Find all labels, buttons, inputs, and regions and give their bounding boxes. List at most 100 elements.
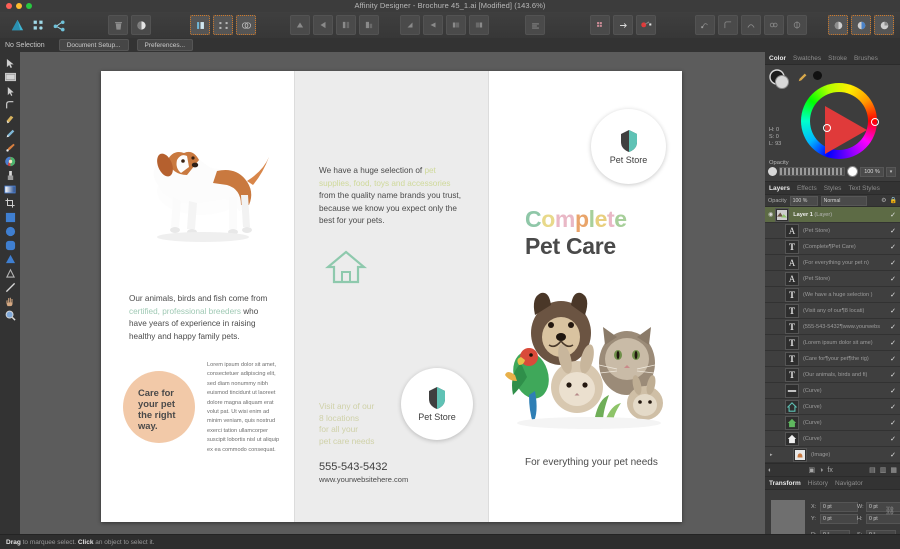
separate-icon[interactable]: [787, 15, 807, 35]
mask-icon[interactable]: ▣: [809, 466, 816, 474]
artboard-tool-icon[interactable]: [0, 70, 20, 84]
adjustment-icon[interactable]: ◑: [819, 467, 823, 474]
layer-row[interactable]: ▸ (Image) ✓: [765, 447, 900, 463]
trash-icon[interactable]: [108, 15, 128, 35]
layer-checkbox[interactable]: ✓: [890, 419, 896, 427]
hand-tool-icon[interactable]: [0, 294, 20, 308]
share-icon[interactable]: [50, 16, 68, 34]
document-setup-button[interactable]: Document Setup...: [58, 39, 129, 51]
color-wheel-icon[interactable]: [0, 154, 20, 168]
layer-row[interactable]: T (Visit any of our¶8 locati) ✓: [765, 303, 900, 319]
color-panel-tabs[interactable]: Color Swatches Stroke Brushes: [765, 52, 900, 65]
layer-row[interactable]: (Curve) ✓: [765, 431, 900, 447]
tab-history[interactable]: History: [808, 480, 828, 487]
hue-marker[interactable]: [871, 118, 879, 126]
rounded-rectangle-tool-icon[interactable]: [0, 238, 20, 252]
transform-h-field[interactable]: H: 0 pt: [857, 514, 900, 524]
join-icon[interactable]: [764, 15, 784, 35]
rectangle-tool-icon[interactable]: [0, 210, 20, 224]
transform-x-value[interactable]: 0 pt: [820, 502, 858, 512]
pet-store-badge-upper[interactable]: Pet Store: [591, 109, 666, 184]
layer-list[interactable]: ◉ Layer 1 (Layer) ✓ A (Pet Store) ✓ T (Complete…: [765, 207, 900, 463]
layer-checkbox[interactable]: ✓: [890, 211, 896, 219]
lock-icon[interactable]: 🔒: [890, 197, 897, 204]
duplicate-icon[interactable]: ▥: [880, 466, 887, 474]
pixel-persona-icon[interactable]: [851, 15, 871, 35]
preferences-button[interactable]: Preferences...: [136, 39, 194, 51]
layer-checkbox[interactable]: ✓: [890, 339, 896, 347]
layer-row[interactable]: A (For everything your pet n) ✓: [765, 255, 900, 271]
export-persona-icon[interactable]: [874, 15, 894, 35]
move-tool-icon[interactable]: [0, 56, 20, 70]
gear-icon[interactable]: ⚙: [881, 197, 886, 204]
layer-checkbox[interactable]: ✓: [890, 435, 896, 443]
layer-row[interactable]: (Curve) ✓: [765, 383, 900, 399]
node-tool-icon[interactable]: [0, 84, 20, 98]
color-panel[interactable]: H: 0 S: 0 L: 93 Opacity 100 % ▾: [765, 65, 900, 182]
tab-stroke[interactable]: Stroke: [828, 55, 847, 62]
opacity-value[interactable]: 100 %: [860, 166, 884, 177]
transform-h-value[interactable]: 0 pt: [866, 514, 900, 524]
color-wheel-control[interactable]: [801, 83, 879, 159]
affinity-logo-icon[interactable]: [8, 16, 26, 34]
pets-group-photo[interactable]: [499, 271, 679, 431]
layers-panel[interactable]: Opacity 100 % Normal ⚙ 🔒 ◉ Layer 1 (Layer…: [765, 195, 900, 477]
fill-tool-icon[interactable]: [0, 168, 20, 182]
tab-navigator[interactable]: Navigator: [835, 480, 863, 487]
arrange-up-icon[interactable]: [400, 15, 420, 35]
layer-row[interactable]: T (Lorem ipsum dolor sit ame) ✓: [765, 335, 900, 351]
add-icon[interactable]: [290, 15, 310, 35]
divide-icon[interactable]: [359, 15, 379, 35]
blend-mode-select[interactable]: Normal: [820, 195, 867, 206]
transform-y-value[interactable]: 0 pt: [820, 514, 858, 524]
crop-tool-icon[interactable]: [0, 196, 20, 210]
transform-y-field[interactable]: Y: 0 pt: [811, 514, 858, 524]
layer-options-row[interactable]: Opacity 100 % Normal ⚙ 🔒: [765, 195, 900, 207]
tab-layers[interactable]: Layers: [769, 185, 790, 192]
node-tool-icon[interactable]: [695, 15, 715, 35]
eyedropper-icon[interactable]: [797, 70, 809, 88]
layer-row[interactable]: A (Pet Store) ✓: [765, 271, 900, 287]
effects-icon[interactable]: fx: [827, 467, 832, 474]
vector-brush-tool-icon[interactable]: [0, 140, 20, 154]
layer-checkbox[interactable]: ✓: [890, 355, 896, 363]
opacity-slider[interactable]: [779, 167, 845, 176]
layer-checkbox[interactable]: ✓: [890, 387, 896, 395]
layer-row[interactable]: ◉ Layer 1 (Layer) ✓: [765, 207, 900, 223]
mask-icon[interactable]: [131, 15, 151, 35]
layer-row[interactable]: (Curve) ✓: [765, 415, 900, 431]
ellipse-tool-icon[interactable]: [0, 224, 20, 238]
distribute-icon[interactable]: [213, 15, 233, 35]
subtract-icon[interactable]: [313, 15, 333, 35]
layers-footer-bar[interactable]: ◐ ▣ ◑ fx ▤ ▥ ▦: [765, 463, 900, 477]
delete-icon[interactable]: ▦: [890, 466, 897, 474]
align-panel-icon[interactable]: [190, 15, 210, 35]
layer-row[interactable]: T (555-543-5432¶www.yourwebs ✓: [765, 319, 900, 335]
zoom-tool-icon[interactable]: [0, 308, 20, 322]
corner-icon[interactable]: [718, 15, 738, 35]
layer-checkbox[interactable]: ✓: [890, 243, 896, 251]
document-canvas[interactable]: Our animals, birds and fish come from ce…: [20, 52, 765, 535]
draw-persona-icon[interactable]: [828, 15, 848, 35]
layer-row[interactable]: T (Complete¶Pet Care) ✓: [765, 239, 900, 255]
layer-opacity-input[interactable]: 100 %: [789, 195, 818, 206]
tab-styles[interactable]: Styles: [824, 185, 842, 192]
assistant-icon[interactable]: [29, 16, 47, 34]
layer-checkbox[interactable]: ✓: [890, 323, 896, 331]
blend-options-icon[interactable]: ◐: [768, 467, 772, 474]
layer-checkbox[interactable]: ✓: [890, 291, 896, 299]
layer-row[interactable]: (Curve) ✓: [765, 399, 900, 415]
color-opacity-row[interactable]: 100 % ▾: [768, 166, 896, 177]
shape-tool-icon[interactable]: [0, 266, 20, 280]
layer-checkbox[interactable]: ✓: [890, 307, 896, 315]
tab-color[interactable]: Color: [769, 55, 786, 62]
tab-swatches[interactable]: Swatches: [793, 55, 821, 62]
transform-x-field[interactable]: X: 0 pt: [811, 502, 858, 512]
layer-row[interactable]: A (Pet Store) ✓: [765, 223, 900, 239]
layer-row[interactable]: T (Our animals, birds and fi) ✓: [765, 367, 900, 383]
layer-checkbox[interactable]: ✓: [890, 403, 896, 411]
layer-row[interactable]: T (We have a huge selection ) ✓: [765, 287, 900, 303]
tab-brushes[interactable]: Brushes: [854, 55, 878, 62]
layer-visibility-toggle[interactable]: ◉: [768, 211, 773, 218]
shape-icon[interactable]: [741, 15, 761, 35]
